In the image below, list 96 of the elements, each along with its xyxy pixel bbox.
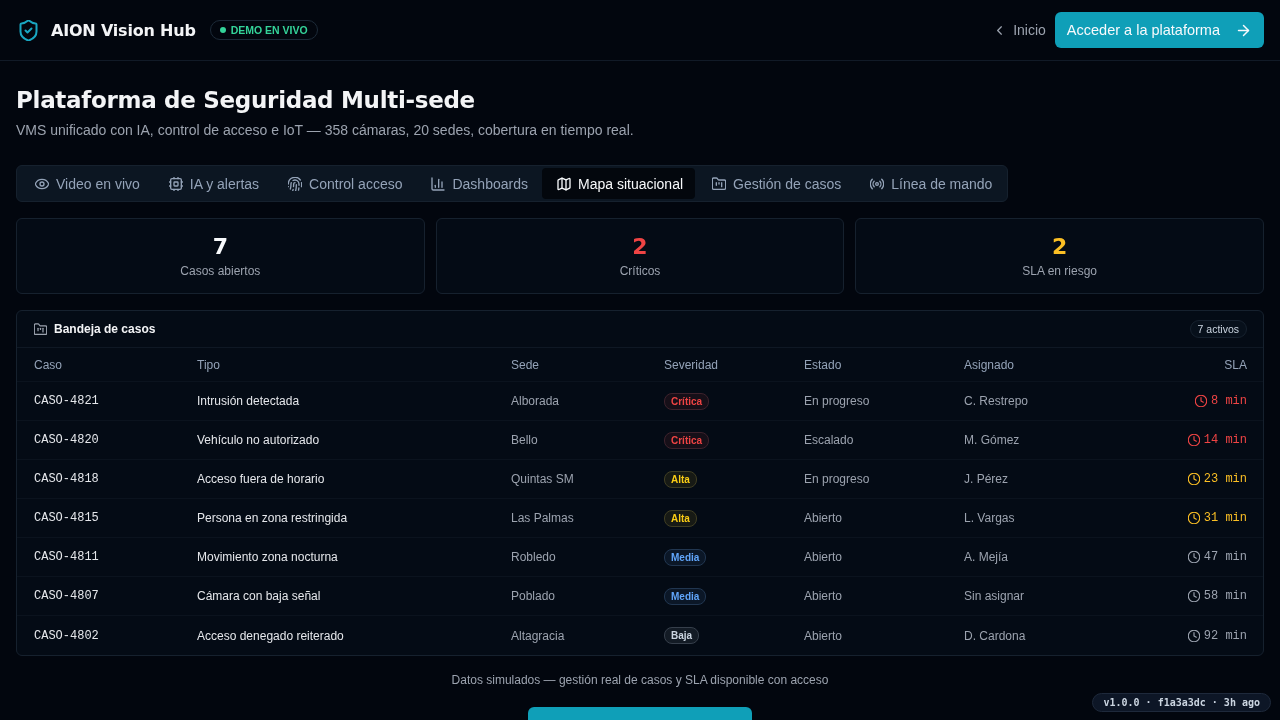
status-cell-text: Abierto [804,511,844,525]
column-header: Estado [804,357,843,372]
case-id-cell-text: CASO-4815 [34,511,100,525]
assignee-cell-text: A. Mejía [964,550,1009,564]
site-cell-text: Quintas SM [511,472,575,486]
clock-icon [1187,629,1200,642]
sla-time: 47 min [1203,550,1247,564]
column-header: Severidad [664,357,720,372]
column-header: Caso [34,357,63,372]
severity-badge: Media [664,548,707,566]
bar-chart-icon [431,176,446,191]
tab[interactable]: Gestión de casos [697,168,854,199]
case-type-cell-text: Cámara con baja señal [197,589,322,603]
clock-icon [1187,551,1200,563]
status-cell-text: Abierto [804,589,844,603]
case-id-cell-text: CASO-4807 [34,589,100,603]
case-id-cell-text: CASO-4802 [34,628,100,643]
sla-time: 14 min [1203,433,1247,447]
clock-icon [1187,590,1200,602]
tab[interactable]: IA y alertas [153,168,272,199]
assignee-cell-text: J. Pérez [964,472,1009,486]
assignee-cell-text: Sin asignar [964,589,1026,603]
case-type-cell-text: Vehículo no autorizado [197,433,321,447]
tab[interactable]: Control acceso [273,168,415,199]
site-cell-text: Poblado [511,589,557,603]
stat-value: 7 [212,234,228,260]
stat-value: 2 [1052,234,1068,260]
eye-icon [35,176,49,191]
clock-icon [1195,395,1207,407]
tab[interactable]: Dashboards [416,168,540,199]
case-type-cell-text: Intrusión detectada [197,394,301,408]
status-cell-text: En progreso [804,394,871,408]
card-title: Bandeja de casos [54,322,156,336]
sla-time: 92 min [1203,628,1247,643]
case-id-cell-text: CASO-4821 [34,394,100,408]
tab[interactable]: Línea de mando [855,168,1005,199]
sla-time: 23 min [1203,472,1247,486]
clock-icon [1187,473,1200,485]
chip-icon [168,176,183,191]
version-badge: v1.0.0 · f1a3a3dc · 3h ago [1092,693,1271,712]
case-id-cell-text: CASO-4820 [34,433,100,447]
fingerprint-icon [288,176,303,191]
shield-check-icon [18,19,39,41]
site-cell-text: Las Palmas [511,511,575,525]
severity-badge: Crítica [664,392,710,410]
status-dot-icon [219,27,226,33]
site-cell-text: Alborada [511,394,561,408]
case-type-cell-text: Acceso denegado reiterado [197,628,345,643]
severity-badge: Alta [664,470,697,488]
clock-icon [1187,434,1200,446]
brand-title: AION Vision Hub [51,20,196,40]
case-type-cell-text: Acceso fuera de horario [197,472,326,486]
map-icon [556,176,571,191]
status-cell-text: En progreso [804,472,871,486]
count-badge: 7 activos [1189,320,1247,338]
back-link[interactable]: Inicio [993,22,1046,38]
severity-badge: Alta [664,509,697,527]
assignee-cell-text: D. Cardona [964,628,1027,643]
cut-off-button[interactable] [528,707,752,720]
column-header: SLA [1224,357,1247,372]
stat-value: 2 [632,234,648,260]
sla-time: 58 min [1203,589,1247,603]
sla-time: 31 min [1203,511,1247,525]
folder-icon [34,322,47,336]
stat-label: Casos abiertos [180,264,261,278]
page-title: Plataforma de Seguridad Multi-sede [16,86,476,115]
page-subtitle: VMS unificado con IA, control de acceso e IoT — 358 cámaras, 20 sedes, cobertura en tiempo real. [16,121,635,139]
assignee-cell-text: C. Restrepo [964,394,1030,408]
site-cell-text: Robledo [511,550,557,564]
severity-badge: Crítica [664,431,710,449]
assignee-cell-text: M. Gómez [964,433,1021,447]
site-cell-text: Bello [511,433,539,447]
stat-label: SLA en riesgo [1022,264,1097,278]
site-cell-text: Altagracia [511,628,566,643]
case-type-cell-text: Movimiento zona nocturna [197,550,339,564]
clock-icon [1187,512,1200,524]
folder-icon [712,176,727,191]
status-cell-text: Escalado [804,433,855,447]
case-type-cell-text: Persona en zona restringida [197,511,349,525]
footer-note: Datos simulados — gestión real de casos y SLA disponible con acceso [450,673,830,687]
column-header: Sede [511,357,541,372]
stat-label: Críticos [619,264,661,278]
case-id-cell-text: CASO-4818 [34,472,100,486]
case-id-cell-text: CASO-4811 [34,550,100,564]
sla-time: 8 min [1211,394,1247,408]
severity-badge: Baja [664,627,700,644]
column-header: Asignado [964,357,1016,372]
assignee-cell-text: L. Vargas [964,511,1016,525]
signal-waves-icon [870,176,885,191]
arrow-right-icon [1236,22,1251,38]
column-header: Tipo [197,357,221,372]
severity-badge: Media [664,587,707,605]
tab[interactable]: Mapa situacional [541,168,696,199]
tab[interactable]: Video en vivo [20,168,152,199]
status-cell-text: Abierto [804,628,844,643]
status-cell-text: Abierto [804,550,844,564]
